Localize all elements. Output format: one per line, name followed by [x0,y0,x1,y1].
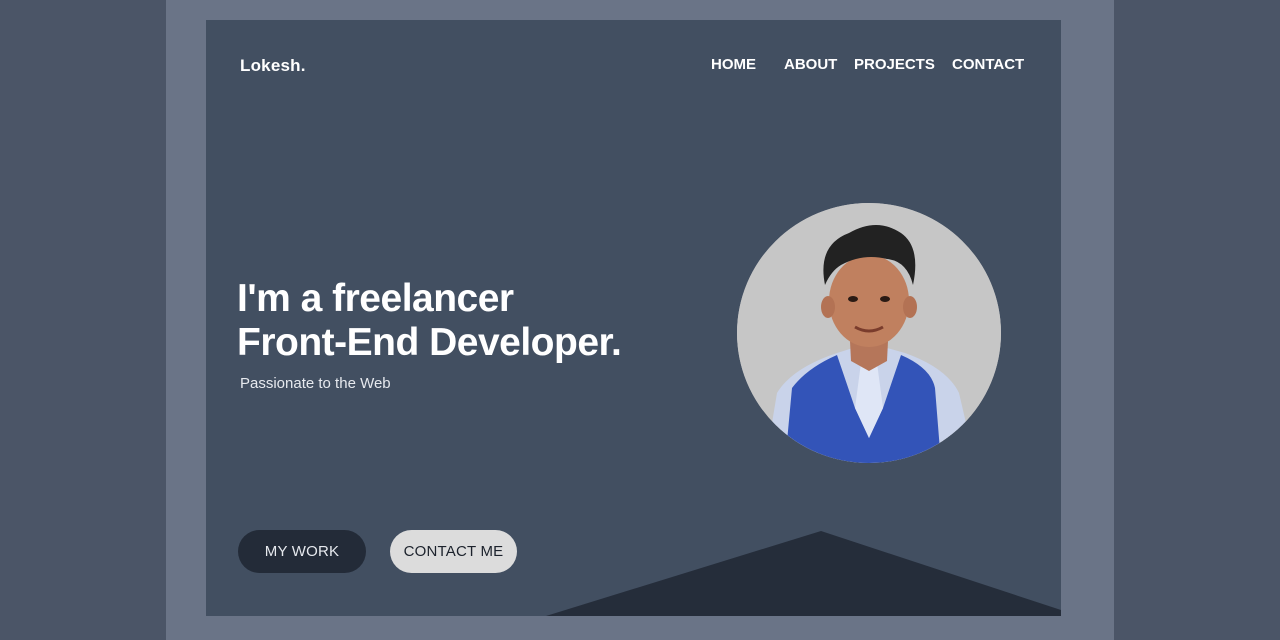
nav-projects[interactable]: PROJECTS [854,56,935,73]
nav-about[interactable]: ABOUT [784,56,837,73]
hero-subtitle: Passionate to the Web [240,375,391,392]
profile-photo [737,203,1001,463]
site-logo[interactable]: Lokesh. [240,56,306,76]
nav-home[interactable]: HOME [711,56,756,73]
portfolio-card: Lokesh. HOME ABOUT PROJECTS CONTACT I'm … [206,20,1061,616]
hero-title: I'm a freelancer Front-End Developer. [237,277,622,365]
nav-contact[interactable]: CONTACT [952,56,1024,73]
hero-title-line-2: Front-End Developer. [237,321,622,364]
profile-illustration [737,203,1001,463]
contact-me-button[interactable]: CONTACT ME [390,530,517,573]
hero-title-line-1: I'm a freelancer [237,277,514,320]
my-work-button[interactable]: MY WORK [238,530,366,573]
page-background: Lokesh. HOME ABOUT PROJECTS CONTACT I'm … [0,0,1280,640]
